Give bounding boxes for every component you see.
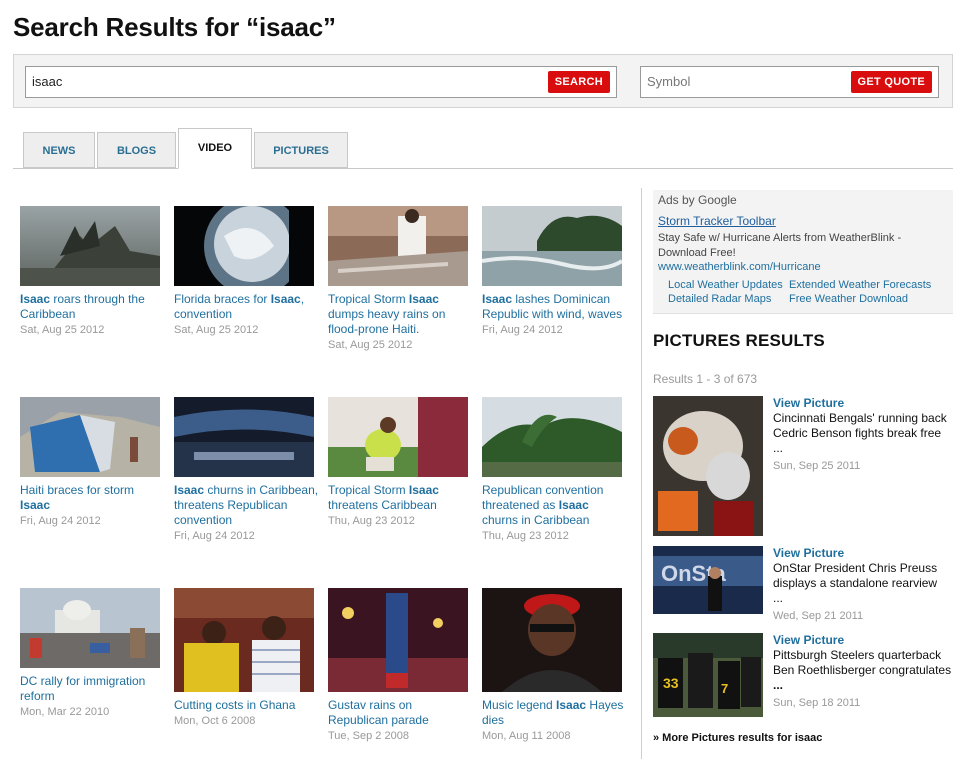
search-button[interactable]: SEARCH — [547, 71, 610, 93]
video-item[interactable]: Cutting costs in Ghana Mon, Oct 6 2008 — [174, 588, 320, 727]
picture-caption: Pittsburgh Steelers quarterback Ben Roet… — [773, 648, 952, 677]
video-thumbnail[interactable] — [328, 588, 468, 692]
video-title[interactable]: Tropical Storm Isaac dumps heavy rains o… — [328, 292, 474, 337]
picture-text: View Picture Pittsburgh Steelers quarter… — [773, 633, 958, 709]
video-item[interactable]: Tropical Storm Isaac dumps heavy rains o… — [328, 206, 474, 351]
ads-box: Ads by Google Storm Tracker Toolbar Stay… — [653, 190, 953, 314]
picture-thumbnail[interactable]: OnSta — [653, 546, 763, 614]
picture-date: Wed, Sep 21 2011 — [773, 610, 864, 622]
video-date: Thu, Aug 23 2012 — [482, 530, 569, 542]
video-title[interactable]: Republican convention threatened as Isaa… — [482, 483, 628, 528]
video-title[interactable]: Music legend Isaac Hayes dies — [482, 698, 628, 728]
picture-thumbnail[interactable]: 33 7 — [653, 633, 763, 717]
tab-video[interactable]: VIDEO — [178, 128, 252, 169]
video-item[interactable]: Isaac churns in Caribbean, threatens Rep… — [174, 397, 320, 542]
video-item[interactable]: Music legend Isaac Hayes dies Mon, Aug 1… — [482, 588, 628, 742]
search-input[interactable]: isaac SEARCH — [25, 66, 617, 98]
video-date: Tue, Sep 2 2008 — [328, 730, 409, 742]
video-item[interactable]: Tropical Storm Isaac threatens Caribbean… — [328, 397, 474, 527]
video-item[interactable]: Isaac lashes Dominican Republic with win… — [482, 206, 628, 336]
video-title[interactable]: Cutting costs in Ghana — [174, 698, 320, 713]
video-date: Thu, Aug 23 2012 — [328, 515, 415, 527]
picture-item: View Picture Cincinnati Bengals' running… — [653, 396, 953, 536]
video-thumbnail[interactable] — [20, 588, 160, 668]
ad-sublink[interactable]: Detailed Radar Maps — [668, 293, 771, 305]
video-title[interactable]: DC rally for immigration reform — [20, 674, 166, 704]
video-date: Fri, Aug 24 2012 — [174, 530, 255, 542]
view-picture-link[interactable]: View Picture — [773, 396, 958, 410]
tab-blogs[interactable]: BLOGS — [97, 132, 176, 168]
video-title[interactable]: Isaac lashes Dominican Republic with win… — [482, 292, 628, 322]
video-thumbnail[interactable] — [20, 397, 160, 477]
video-item[interactable]: Gustav rains on Republican parade Tue, S… — [328, 588, 474, 742]
picture-text: View Picture Cincinnati Bengals' running… — [773, 396, 958, 472]
column-divider — [641, 188, 642, 759]
video-item[interactable]: Florida braces for Isaac, convention Sat… — [174, 206, 320, 336]
video-title[interactable]: Haiti braces for storm Isaac — [20, 483, 166, 513]
video-date: Mon, Mar 22 2010 — [20, 706, 110, 718]
tab-news[interactable]: NEWS — [23, 132, 95, 168]
page-title: Search Results for “isaac” — [13, 12, 336, 42]
picture-ellipsis: ... — [773, 441, 784, 455]
video-title[interactable]: Isaac churns in Caribbean, threatens Rep… — [174, 483, 320, 528]
video-date: Sat, Aug 25 2012 — [20, 324, 105, 336]
more-pictures-link[interactable]: » More Pictures results for isaac — [653, 732, 822, 744]
result-tabs: NEWS BLOGS VIDEO PICTURES — [13, 128, 953, 169]
video-thumbnail[interactable] — [482, 588, 622, 692]
search-panel: isaac SEARCH Symbol GET QUOTE — [13, 54, 953, 108]
video-date: Mon, Oct 6 2008 — [174, 715, 256, 727]
view-picture-link[interactable]: View Picture — [773, 546, 958, 560]
video-thumbnail[interactable] — [174, 206, 314, 286]
picture-thumbnail[interactable] — [653, 396, 763, 536]
video-date: Sat, Aug 25 2012 — [328, 339, 413, 351]
ad-text: Stay Safe w/ Hurricane Alerts from Weath… — [658, 232, 902, 259]
picture-caption: OnStar President Chris Preuss displays a… — [773, 561, 938, 590]
video-item[interactable]: DC rally for immigration reform Mon, Mar… — [20, 588, 166, 718]
pictures-results-title: PICTURES RESULTS — [653, 331, 825, 350]
video-title[interactable]: Florida braces for Isaac, convention — [174, 292, 320, 322]
get-quote-button[interactable]: GET QUOTE — [850, 71, 932, 93]
video-thumbnail[interactable] — [482, 206, 622, 286]
view-picture-link[interactable]: View Picture — [773, 633, 958, 647]
ad-link[interactable]: Storm Tracker Toolbar — [658, 214, 776, 228]
video-item[interactable]: Republican convention threatened as Isaa… — [482, 397, 628, 542]
ad-url[interactable]: www.weatherblink.com/Hurricane — [658, 261, 821, 273]
picture-caption: Cincinnati Bengals' running back Cedric … — [773, 411, 947, 440]
video-thumbnail[interactable] — [174, 588, 314, 692]
picture-date: Sun, Sep 25 2011 — [773, 460, 861, 472]
video-date: Sat, Aug 25 2012 — [174, 324, 259, 336]
picture-text: View Picture OnStar President Chris Preu… — [773, 546, 958, 622]
video-title[interactable]: Gustav rains on Republican parade — [328, 698, 474, 728]
video-thumbnail[interactable] — [328, 206, 468, 286]
video-thumbnail[interactable] — [20, 206, 160, 286]
symbol-input[interactable]: Symbol GET QUOTE — [640, 66, 939, 98]
video-thumbnail[interactable] — [328, 397, 468, 477]
tab-pictures[interactable]: PICTURES — [254, 132, 348, 168]
video-title[interactable]: Tropical Storm Isaac threatens Caribbean — [328, 483, 474, 513]
video-item[interactable]: Haiti braces for storm Isaac Fri, Aug 24… — [20, 397, 166, 527]
video-title[interactable]: Isaac roars through the Caribbean — [20, 292, 166, 322]
picture-item: 33 7 View Picture Pittsburgh Steelers qua… — [653, 633, 953, 717]
video-date: Mon, Aug 11 2008 — [482, 730, 571, 742]
symbol-input-placeholder[interactable]: Symbol — [647, 74, 690, 89]
ads-title: Ads by Google — [658, 193, 737, 207]
video-thumbnail[interactable] — [174, 397, 314, 477]
picture-date: Sun, Sep 18 2011 — [773, 697, 861, 709]
svg-text:7: 7 — [721, 681, 728, 696]
ad-sublink[interactable]: Free Weather Download — [789, 293, 908, 305]
video-thumbnail[interactable] — [482, 397, 622, 477]
svg-text:33: 33 — [663, 675, 679, 691]
video-item[interactable]: Isaac roars through the Caribbean Sat, A… — [20, 206, 166, 336]
search-input-value[interactable]: isaac — [32, 74, 62, 89]
pictures-results-count: Results 1 - 3 of 673 — [653, 372, 758, 386]
ad-sublink[interactable]: Local Weather Updates — [668, 279, 783, 291]
video-date: Fri, Aug 24 2012 — [20, 515, 101, 527]
picture-ellipsis: ... — [773, 591, 784, 605]
picture-item: OnSta View Picture OnStar President Chri… — [653, 546, 953, 622]
ad-sublink[interactable]: Extended Weather Forecasts — [789, 279, 931, 291]
video-date: Fri, Aug 24 2012 — [482, 324, 563, 336]
picture-ellipsis: ... — [773, 678, 784, 692]
